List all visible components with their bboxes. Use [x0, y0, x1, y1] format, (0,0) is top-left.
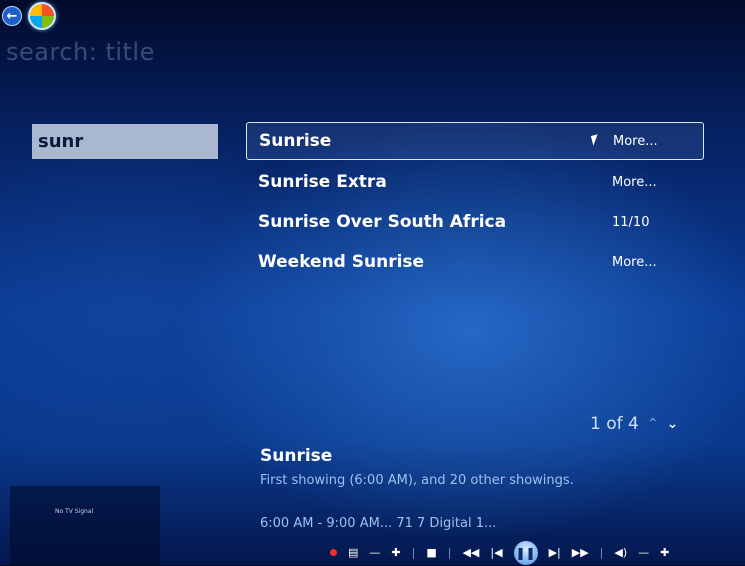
result-item-sunrise[interactable]: Sunrise More...: [246, 122, 704, 160]
nav-icons: ←: [2, 2, 56, 30]
result-title: Sunrise Over South Africa: [258, 212, 507, 232]
stop-icon[interactable]: ■: [426, 546, 436, 559]
skip-forward-icon[interactable]: ▶|: [549, 546, 561, 559]
results-list: Sunrise More... Sunrise Extra More... Su…: [246, 122, 704, 282]
preview-text: No TV Signal: [55, 508, 94, 515]
result-more-link[interactable]: More...: [612, 175, 657, 190]
channel-down-icon[interactable]: —: [369, 546, 380, 559]
search-input[interactable]: sunr: [32, 124, 218, 159]
windows-orb-icon[interactable]: [28, 2, 56, 30]
page-title: search: title: [6, 38, 155, 66]
transport-controls: ▤ — ✚ | ■ | ◀◀ |◀ ❚❚ ▶| ▶▶ | ◀) — ✚: [330, 540, 669, 565]
channel-up-icon[interactable]: ✚: [391, 546, 400, 559]
detail-time-channel: 6:00 AM - 9:00 AM... 71 7 Digital 1...: [260, 516, 497, 531]
chevron-up-icon[interactable]: ⌃: [647, 416, 659, 432]
fast-forward-icon[interactable]: ▶▶: [572, 546, 589, 559]
divider: |: [411, 546, 416, 559]
result-title: Sunrise: [259, 131, 332, 151]
divider: |: [447, 546, 452, 559]
tv-preview[interactable]: No TV Signal: [10, 486, 160, 566]
result-more-link[interactable]: More...: [612, 255, 657, 270]
result-date: 11/10: [612, 214, 650, 230]
volume-down-icon[interactable]: —: [638, 546, 649, 559]
divider: |: [599, 546, 604, 559]
rewind-icon[interactable]: ◀◀: [462, 546, 479, 559]
back-arrow-icon[interactable]: ←: [2, 6, 22, 26]
result-item-sunrise-over-south-africa[interactable]: Sunrise Over South Africa 11/10: [246, 202, 704, 242]
chevron-down-icon[interactable]: ⌄: [667, 416, 679, 432]
skip-back-icon[interactable]: |◀: [490, 546, 502, 559]
mute-icon[interactable]: ◀): [614, 546, 627, 559]
pause-icon[interactable]: ❚❚: [513, 540, 538, 565]
detail-subtitle: First showing (6:00 AM), and 20 other sh…: [260, 473, 574, 488]
result-title: Sunrise Extra: [258, 172, 387, 192]
pager: 1 of 4 ⌃ ⌄: [590, 414, 678, 434]
result-title: Weekend Sunrise: [258, 252, 425, 272]
result-item-sunrise-extra[interactable]: Sunrise Extra More...: [246, 162, 704, 202]
detail-title: Sunrise: [260, 446, 333, 466]
record-icon[interactable]: [330, 549, 337, 556]
result-more-link[interactable]: More...: [613, 134, 658, 149]
mouse-cursor-icon: [590, 134, 601, 146]
guide-icon[interactable]: ▤: [348, 546, 358, 559]
volume-up-icon[interactable]: ✚: [660, 546, 669, 559]
pager-count: 1 of 4: [590, 414, 639, 434]
result-item-weekend-sunrise[interactable]: Weekend Sunrise More...: [246, 242, 704, 282]
